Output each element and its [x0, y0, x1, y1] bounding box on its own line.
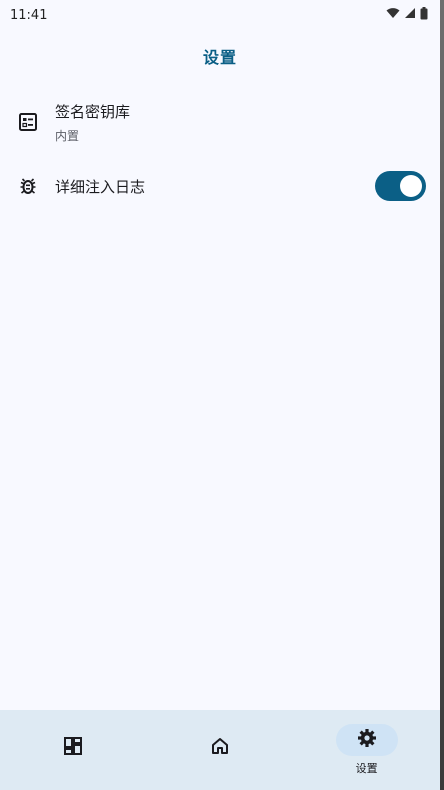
wifi-icon	[386, 7, 400, 23]
window-edge	[440, 0, 444, 790]
setting-keystore-label: 签名密钥库	[55, 102, 131, 121]
nav-label-settings: 设置	[355, 762, 378, 775]
battery-icon	[420, 6, 428, 24]
bug-icon	[18, 176, 38, 196]
settings-list: 签名密钥库 内置 详细注入日志	[0, 90, 440, 218]
nav-pill-home	[189, 732, 251, 764]
bottom-navigation: 设置	[0, 710, 440, 790]
dashboard-icon	[63, 736, 83, 760]
setting-keystore-texts: 签名密钥库 内置	[55, 101, 426, 144]
nav-item-settings[interactable]: 设置	[312, 710, 422, 790]
nav-item-dashboard[interactable]	[18, 710, 128, 790]
status-time: 11:41	[10, 7, 48, 23]
setting-verbose-log[interactable]: 详细注入日志	[0, 154, 440, 218]
nav-pill-dashboard	[42, 732, 104, 764]
gear-icon	[357, 728, 377, 752]
home-icon	[210, 736, 230, 760]
signal-icon	[404, 7, 416, 23]
status-icons	[386, 6, 428, 24]
nav-pill-settings	[335, 724, 398, 756]
status-bar: 11:41	[0, 0, 440, 30]
nav-item-home[interactable]	[165, 710, 275, 790]
setting-keystore[interactable]: 签名密钥库 内置	[0, 90, 440, 154]
keystore-icon	[18, 112, 38, 132]
verbose-log-toggle[interactable]	[375, 171, 426, 201]
app-screen: 11:41 设置 签名密钥库 内置 详细注入日志 设置	[0, 0, 440, 790]
page-title: 设置	[202, 48, 237, 67]
setting-verbose-log-label: 详细注入日志	[55, 177, 146, 196]
toggle-thumb	[400, 175, 422, 197]
setting-keystore-value: 内置	[55, 128, 80, 143]
top-app-bar: 设置	[0, 30, 440, 82]
setting-verbose-log-texts: 详细注入日志	[55, 176, 375, 197]
